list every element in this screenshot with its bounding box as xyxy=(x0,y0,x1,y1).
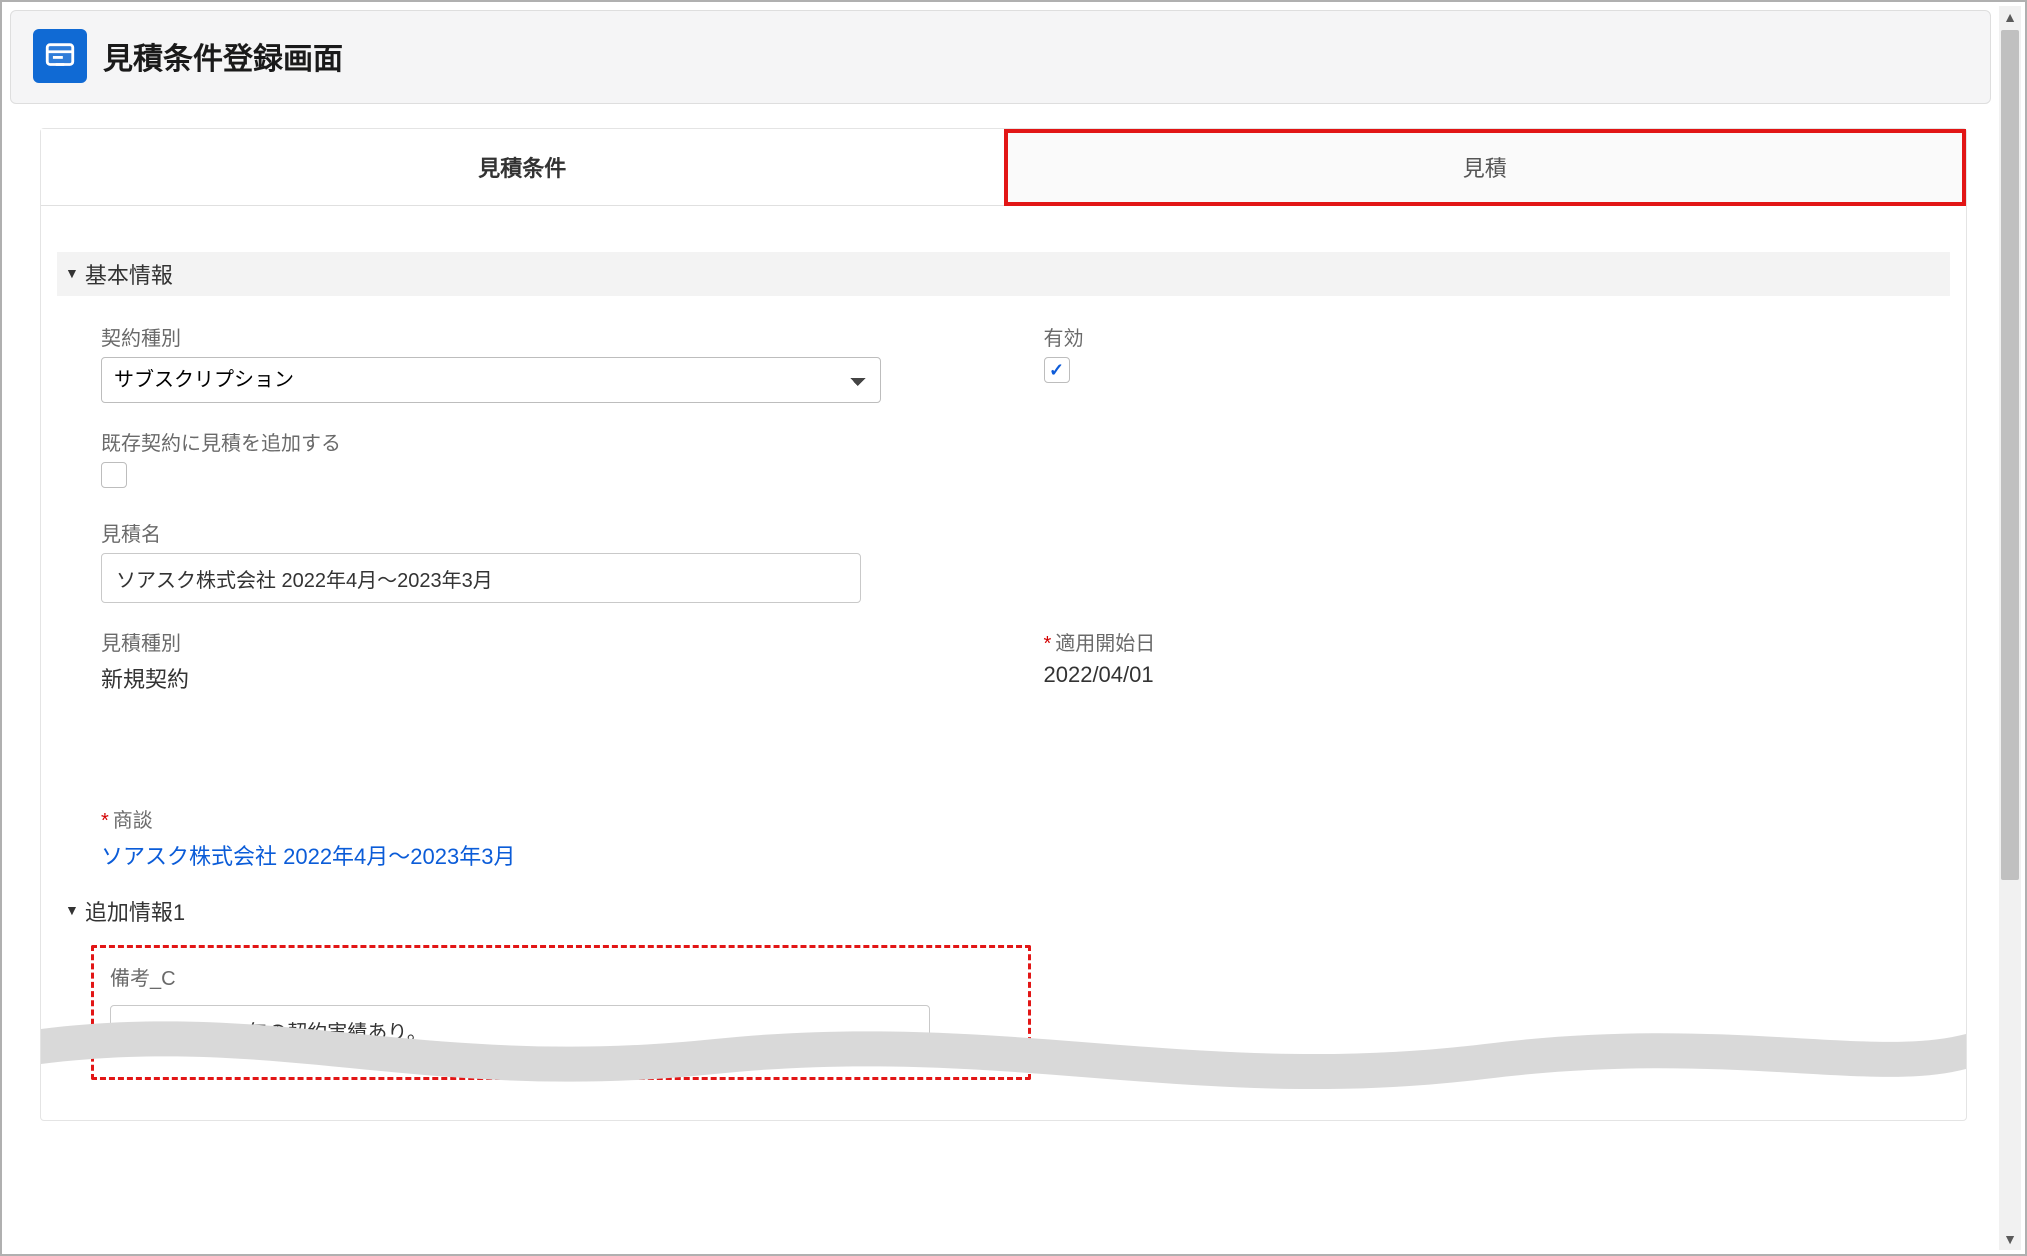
tabs: 見積条件 見積 xyxy=(41,129,1966,206)
label-quote-name: 見積名 xyxy=(101,518,984,547)
label-start-date: *適用開始日 xyxy=(1044,627,1927,656)
link-opportunity[interactable]: ソアスク株式会社 2022年4月～2023年3月 xyxy=(101,844,515,869)
highlight-remarks: 備考_C xyxy=(91,945,1031,1080)
select-contract-type[interactable]: サブスクリプション xyxy=(101,357,881,403)
caret-down-icon: ▼ xyxy=(65,265,79,281)
scroll-up-arrow-icon[interactable]: ▲ xyxy=(1999,6,2021,28)
viewport: 見積条件登録画面 見積条件 見積 ▼ 基本情報 契約種別 サブスクリプション xyxy=(0,0,2027,1256)
field-valid: 有効 xyxy=(1044,322,1927,403)
label-quote-type: 見積種別 xyxy=(101,627,984,656)
input-remarks[interactable] xyxy=(110,1005,930,1055)
tab-quote[interactable]: 見積 xyxy=(1004,129,1967,206)
label-opportunity: *商談 xyxy=(101,804,1926,833)
field-quote-type: 見積種別 新規契約 xyxy=(101,627,984,694)
required-star-icon: * xyxy=(101,810,109,832)
section-extra1[interactable]: ▼ 追加情報1 xyxy=(57,889,1970,933)
field-opportunity: *商談 ソアスク株式会社 2022年4月～2023年3月 xyxy=(101,804,1926,871)
label-add-existing: 既存契約に見積を追加する xyxy=(101,427,984,456)
vertical-scrollbar[interactable]: ▲ ▼ xyxy=(1999,6,2021,1250)
checkbox-add-existing[interactable] xyxy=(101,462,127,488)
form-card: 見積条件 見積 ▼ 基本情報 契約種別 サブスクリプション 有効 xyxy=(40,128,1967,1121)
label-remarks: 備考_C xyxy=(110,962,1012,991)
scroll-thumb[interactable] xyxy=(2001,30,2019,880)
section-basic-label: 基本情報 xyxy=(85,258,173,290)
field-contract-type: 契約種別 サブスクリプション xyxy=(101,322,984,403)
label-contract-type: 契約種別 xyxy=(101,322,984,351)
estimate-icon xyxy=(33,29,87,83)
scroll-down-arrow-icon[interactable]: ▼ xyxy=(1999,1228,2021,1250)
label-valid: 有効 xyxy=(1044,322,1927,351)
input-quote-name[interactable] xyxy=(101,553,861,603)
scroll-content: 見積条件登録画面 見積条件 見積 ▼ 基本情報 契約種別 サブスクリプション xyxy=(6,6,1995,1250)
tab-quote-conditions[interactable]: 見積条件 xyxy=(41,129,1004,206)
field-add-existing: 既存契約に見積を追加する xyxy=(101,427,984,494)
required-star-icon: * xyxy=(1044,633,1052,655)
checkbox-valid[interactable] xyxy=(1044,357,1070,383)
basic-form-grid: 契約種別 サブスクリプション 有効 既存契約に見積を追加する xyxy=(41,296,1966,694)
field-quote-name: 見積名 xyxy=(101,518,984,603)
value-start-date: 2022/04/01 xyxy=(1044,662,1927,688)
section-basic-info[interactable]: ▼ 基本情報 xyxy=(57,252,1950,296)
value-quote-type: 新規契約 xyxy=(101,662,984,694)
caret-down-icon: ▼ xyxy=(65,902,79,918)
lower-area: *商談 ソアスク株式会社 2022年4月～2023年3月 ▼ 追加情報1 備考_… xyxy=(41,804,1966,1080)
field-start-date: *適用開始日 2022/04/01 xyxy=(1044,627,1927,694)
section-extra1-label: 追加情報1 xyxy=(85,895,185,927)
page-title: 見積条件登録画面 xyxy=(103,34,343,78)
page-header: 見積条件登録画面 xyxy=(10,10,1991,104)
